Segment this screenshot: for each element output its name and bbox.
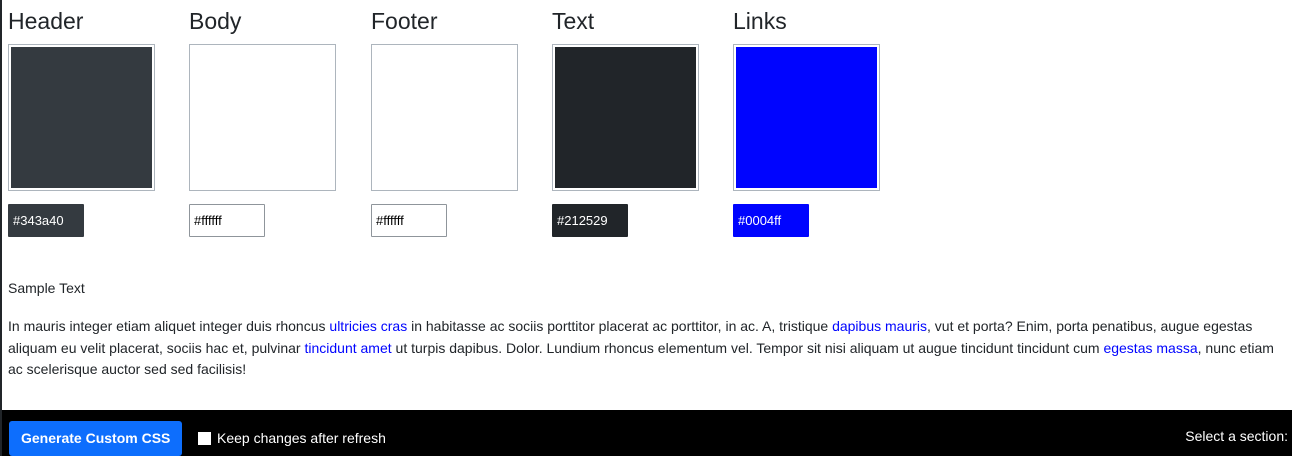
- sample-link-ultricies-cras[interactable]: ultricies cras: [329, 318, 407, 334]
- swatch-header-title: Header: [8, 8, 84, 34]
- sample-text-segment: in habitasse ac sociis porttitor placera…: [407, 318, 833, 334]
- sample-paragraph: In mauris integer etiam aliquet integer …: [8, 316, 1292, 381]
- swatch-header-hex-input[interactable]: [8, 204, 84, 237]
- swatch-footer-fill: [374, 47, 515, 188]
- swatch-text-title: Text: [552, 8, 595, 34]
- sample-text-heading: Sample Text: [8, 280, 85, 296]
- sample-text-segment: In mauris integer etiam aliquet integer …: [8, 318, 330, 334]
- keep-changes-toggle[interactable]: Keep changes after refresh: [198, 428, 386, 448]
- swatch-links-title: Links: [733, 8, 787, 34]
- swatch-body-color-picker[interactable]: [189, 44, 336, 191]
- keep-changes-label: Keep changes after refresh: [217, 430, 386, 446]
- sample-text-segment: ut turpis dapibus. Dolor. Lundium rhoncu…: [391, 339, 1104, 356]
- swatch-links-color-picker[interactable]: [733, 44, 880, 191]
- swatch-footer-hex-input[interactable]: [371, 204, 447, 237]
- swatch-body-fill: [192, 47, 333, 188]
- footer-toolbar: Generate Custom CSS Keep changes after r…: [2, 410, 1292, 456]
- swatch-footer-color-picker[interactable]: [371, 44, 518, 191]
- select-section-label: Select a section:: [1185, 428, 1288, 444]
- swatch-text-hex-input[interactable]: [552, 204, 628, 237]
- swatch-body-title: Body: [189, 8, 242, 34]
- swatch-links-hex-input[interactable]: [733, 204, 809, 237]
- swatch-header-color-picker[interactable]: [8, 44, 155, 191]
- color-swatch-row: Header Body Footer Text: [2, 0, 1292, 250]
- sample-link-egestas-massa[interactable]: egestas massa: [1103, 340, 1197, 356]
- swatch-text-color-picker[interactable]: [552, 44, 699, 191]
- swatch-footer-title: Footer: [371, 8, 438, 34]
- sample-link-tincidunt-amet[interactable]: tincidunt amet: [304, 340, 391, 356]
- generate-custom-css-button[interactable]: Generate Custom CSS: [9, 421, 183, 456]
- swatch-text-fill: [555, 47, 696, 188]
- swatch-body-hex-input[interactable]: [189, 204, 265, 237]
- swatch-header-fill: [11, 47, 152, 188]
- theme-editor-page: Header Body Footer Text: [0, 0, 1292, 456]
- swatch-links-fill: [736, 47, 877, 188]
- keep-changes-checkbox[interactable]: [198, 431, 211, 445]
- sample-link-dapibus-mauris[interactable]: dapibus mauris: [832, 318, 927, 334]
